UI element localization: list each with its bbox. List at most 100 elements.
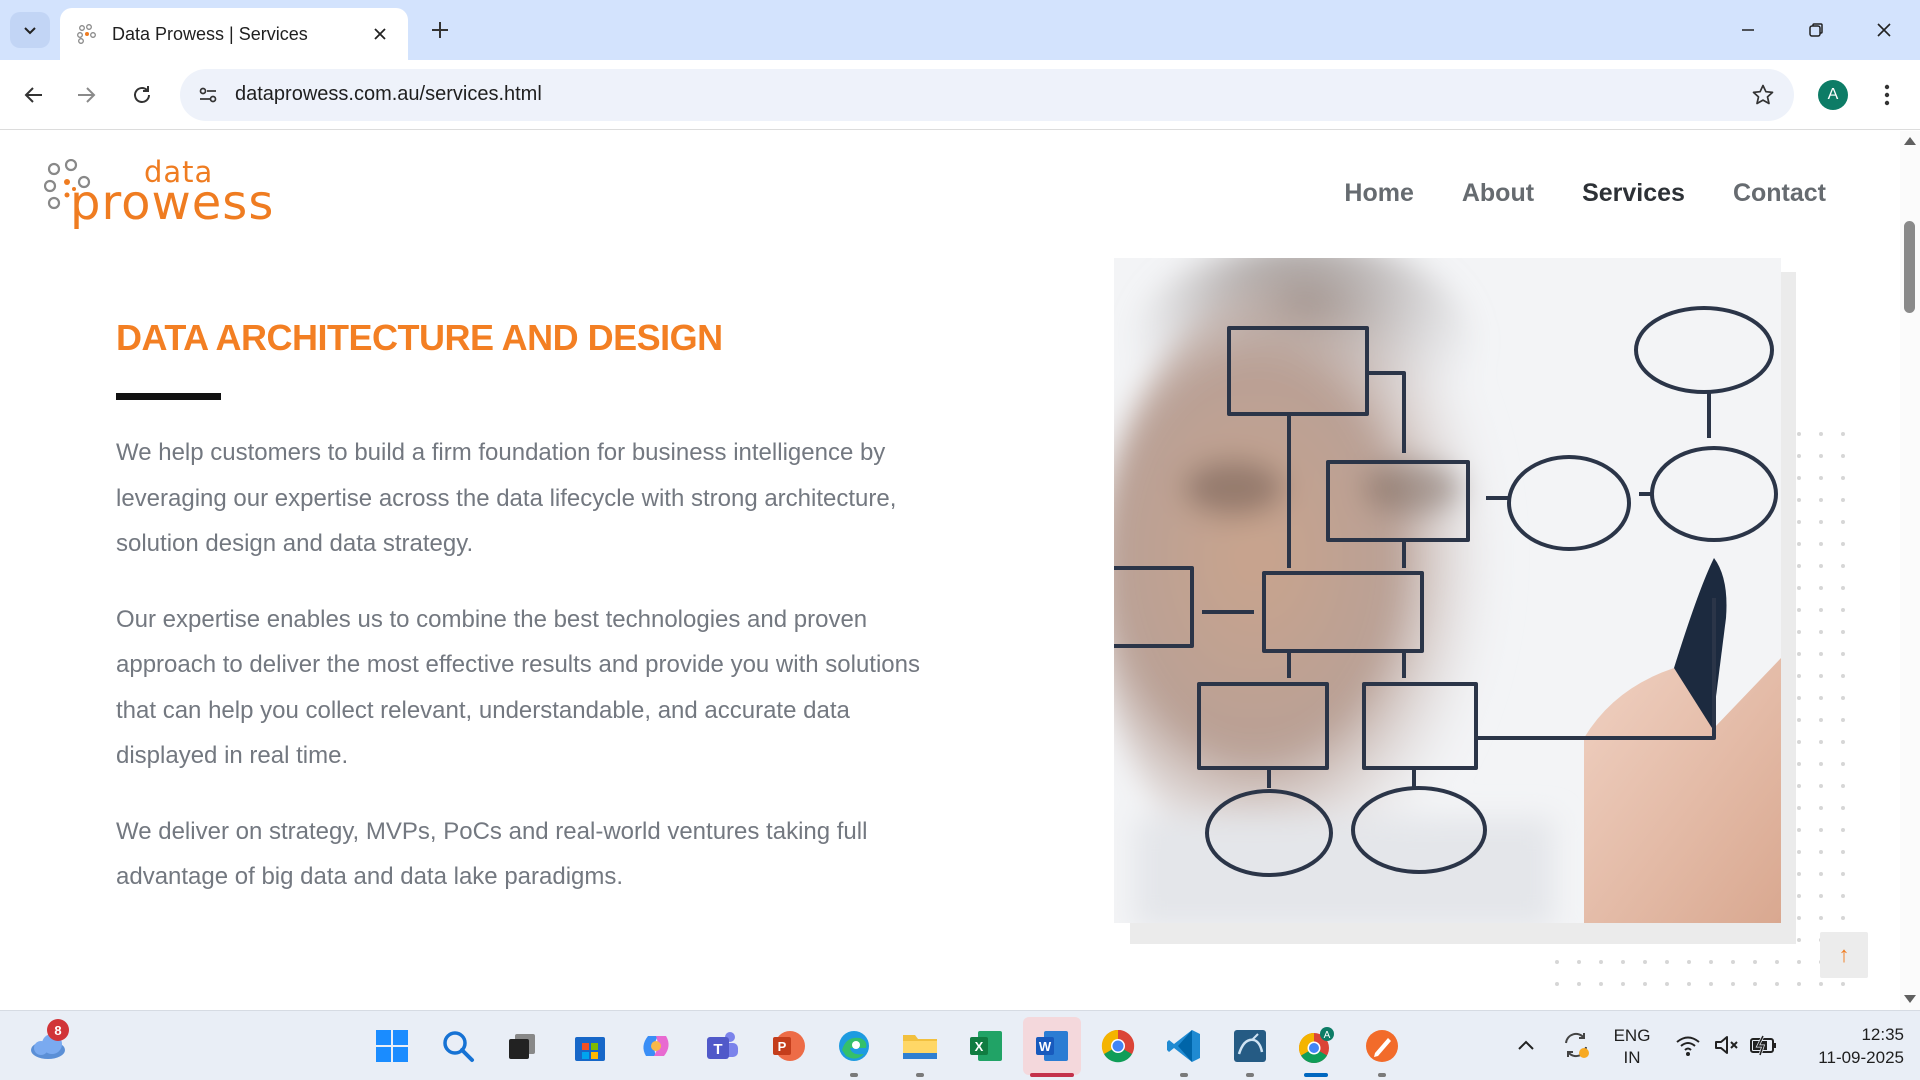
reload-icon [134, 86, 150, 103]
new-tab-button[interactable] [424, 14, 456, 46]
logo-text-prowess: prowess [70, 175, 275, 231]
tab-strip: Data Prowess | Services [0, 0, 1920, 60]
svg-text:X: X [975, 1039, 984, 1054]
running-indicator [1180, 1073, 1188, 1077]
running-indicator [1246, 1073, 1254, 1077]
chrome-profile-icon: A [1298, 1027, 1334, 1064]
site-info-icon[interactable] [194, 81, 222, 109]
nav-link-about[interactable]: About [1462, 179, 1534, 208]
bookmark-star-icon[interactable] [1750, 82, 1776, 108]
pen-app-icon [1366, 1030, 1398, 1062]
notification-badge: 8 [47, 1019, 69, 1041]
windows-taskbar: 8 T P X W A ENG IN 12:35 11-09-2025 [0, 1010, 1920, 1080]
copilot-icon [643, 1036, 669, 1056]
sync-icon[interactable] [1560, 1029, 1592, 1061]
excel-icon: X [970, 1031, 1002, 1061]
plus-icon [432, 22, 448, 38]
taskbar-app-chrome-profile[interactable]: A [1296, 1026, 1336, 1066]
favicon-icon [77, 24, 96, 44]
window-close-button[interactable] [1856, 8, 1912, 52]
word-icon: W [1036, 1031, 1068, 1061]
system-clock[interactable]: 12:35 11-09-2025 [1790, 1023, 1904, 1069]
window-restore-button[interactable] [1788, 8, 1844, 52]
taskbar-app-store[interactable] [570, 1026, 610, 1066]
search-icon [443, 1031, 474, 1062]
wifi-icon[interactable] [1674, 1031, 1702, 1059]
tray-overflow-chevron-up-icon[interactable] [1514, 1033, 1538, 1057]
hero-image [1114, 258, 1781, 923]
mysql-workbench-icon [1234, 1030, 1266, 1062]
running-indicator [1378, 1073, 1386, 1077]
store-icon [575, 1037, 605, 1061]
reload-button[interactable] [122, 75, 162, 115]
task-view-button[interactable] [502, 1026, 542, 1066]
forward-button[interactable] [66, 75, 106, 115]
scrollbar-thumb[interactable] [1904, 221, 1915, 313]
windows-logo-icon [376, 1030, 408, 1062]
nav-link-services[interactable]: Services [1582, 179, 1685, 208]
minimize-icon [1742, 29, 1754, 31]
svg-text:T: T [713, 1041, 722, 1058]
taskbar-app-powerpoint[interactable]: P [768, 1026, 808, 1066]
taskbar-app-edge[interactable] [834, 1026, 874, 1066]
page-scrollbar[interactable] [1900, 131, 1920, 1010]
nav-link-home[interactable]: Home [1344, 179, 1413, 208]
taskbar-app-pen[interactable] [1362, 1026, 1402, 1066]
tab-search-button[interactable] [10, 12, 50, 48]
svg-text:P: P [778, 1039, 787, 1054]
clock-date: 11-09-2025 [1818, 1048, 1904, 1067]
nav-link-contact[interactable]: Contact [1733, 179, 1826, 208]
taskbar-app-chrome[interactable] [1098, 1026, 1138, 1066]
focused-app-indicator [1304, 1073, 1328, 1077]
service-section: DATA ARCHITECTURE AND DESIGN We help cus… [116, 317, 936, 900]
language-indicator[interactable]: ENG IN [1608, 1025, 1656, 1069]
taskbar-app-teams[interactable]: T [702, 1026, 742, 1066]
tab-close-icon[interactable] [368, 22, 392, 46]
volume-muted-icon[interactable] [1712, 1031, 1740, 1059]
delivery-paragraph: We deliver on strategy, MVPs, PoCs and r… [116, 817, 868, 891]
scroll-to-top-button[interactable]: ↑ [1820, 932, 1868, 978]
main-nav: Home About Services Contact [1344, 179, 1826, 208]
expertise-paragraph: Our expertise enables us to combine the … [116, 605, 920, 770]
address-bar[interactable]: dataprowess.com.au/services.html [180, 69, 1794, 121]
language-code: ENG [1613, 1026, 1651, 1045]
running-indicator [850, 1073, 858, 1077]
page-viewport: data prowess Home About Services Contact… [0, 131, 1920, 1010]
teams-icon: T [707, 1032, 738, 1059]
intro-paragraph: We help customers to build a firm founda… [116, 439, 897, 557]
more-menu-icon[interactable] [1872, 78, 1902, 112]
page-title: DATA ARCHITECTURE AND DESIGN [116, 317, 723, 358]
scroll-up-arrow-icon[interactable] [1904, 137, 1916, 145]
arrow-right-icon [78, 87, 96, 103]
flowchart-drawing-image [1114, 258, 1781, 923]
active-app-indicator [1030, 1073, 1074, 1077]
taskbar-app-file-explorer[interactable] [900, 1026, 940, 1066]
url-text[interactable]: dataprowess.com.au/services.html [235, 83, 542, 106]
back-button[interactable] [14, 75, 54, 115]
vscode-icon [1167, 1030, 1200, 1062]
taskbar-app-copilot[interactable] [636, 1026, 676, 1066]
edge-icon [839, 1031, 869, 1061]
folder-icon [903, 1035, 937, 1059]
browser-tab-active[interactable]: Data Prowess | Services [60, 8, 408, 60]
tab-title: Data Prowess | Services [112, 23, 308, 44]
clock-time: 12:35 [1861, 1025, 1904, 1044]
close-icon [1877, 23, 1891, 37]
language-region: IN [1623, 1048, 1641, 1067]
profile-avatar[interactable]: A [1818, 80, 1848, 110]
taskbar-app-vscode[interactable] [1164, 1026, 1204, 1066]
window-minimize-button[interactable] [1720, 8, 1776, 52]
svg-text:A: A [1324, 1030, 1331, 1041]
taskbar-app-excel[interactable]: X [966, 1026, 1006, 1066]
taskbar-search-button[interactable] [438, 1026, 478, 1066]
heading-underline [116, 393, 221, 400]
task-view-icon [509, 1034, 535, 1059]
browser-toolbar: dataprowess.com.au/services.html A [0, 60, 1920, 130]
arrow-up-icon: ↑ [1838, 942, 1850, 967]
site-logo[interactable]: data prowess [44, 153, 304, 227]
scroll-down-arrow-icon[interactable] [1904, 995, 1916, 1003]
battery-charging-icon[interactable] [1748, 1031, 1778, 1059]
taskbar-app-word[interactable]: W [1032, 1026, 1072, 1066]
taskbar-app-mysql-workbench[interactable] [1230, 1026, 1270, 1066]
start-button[interactable] [372, 1026, 412, 1066]
